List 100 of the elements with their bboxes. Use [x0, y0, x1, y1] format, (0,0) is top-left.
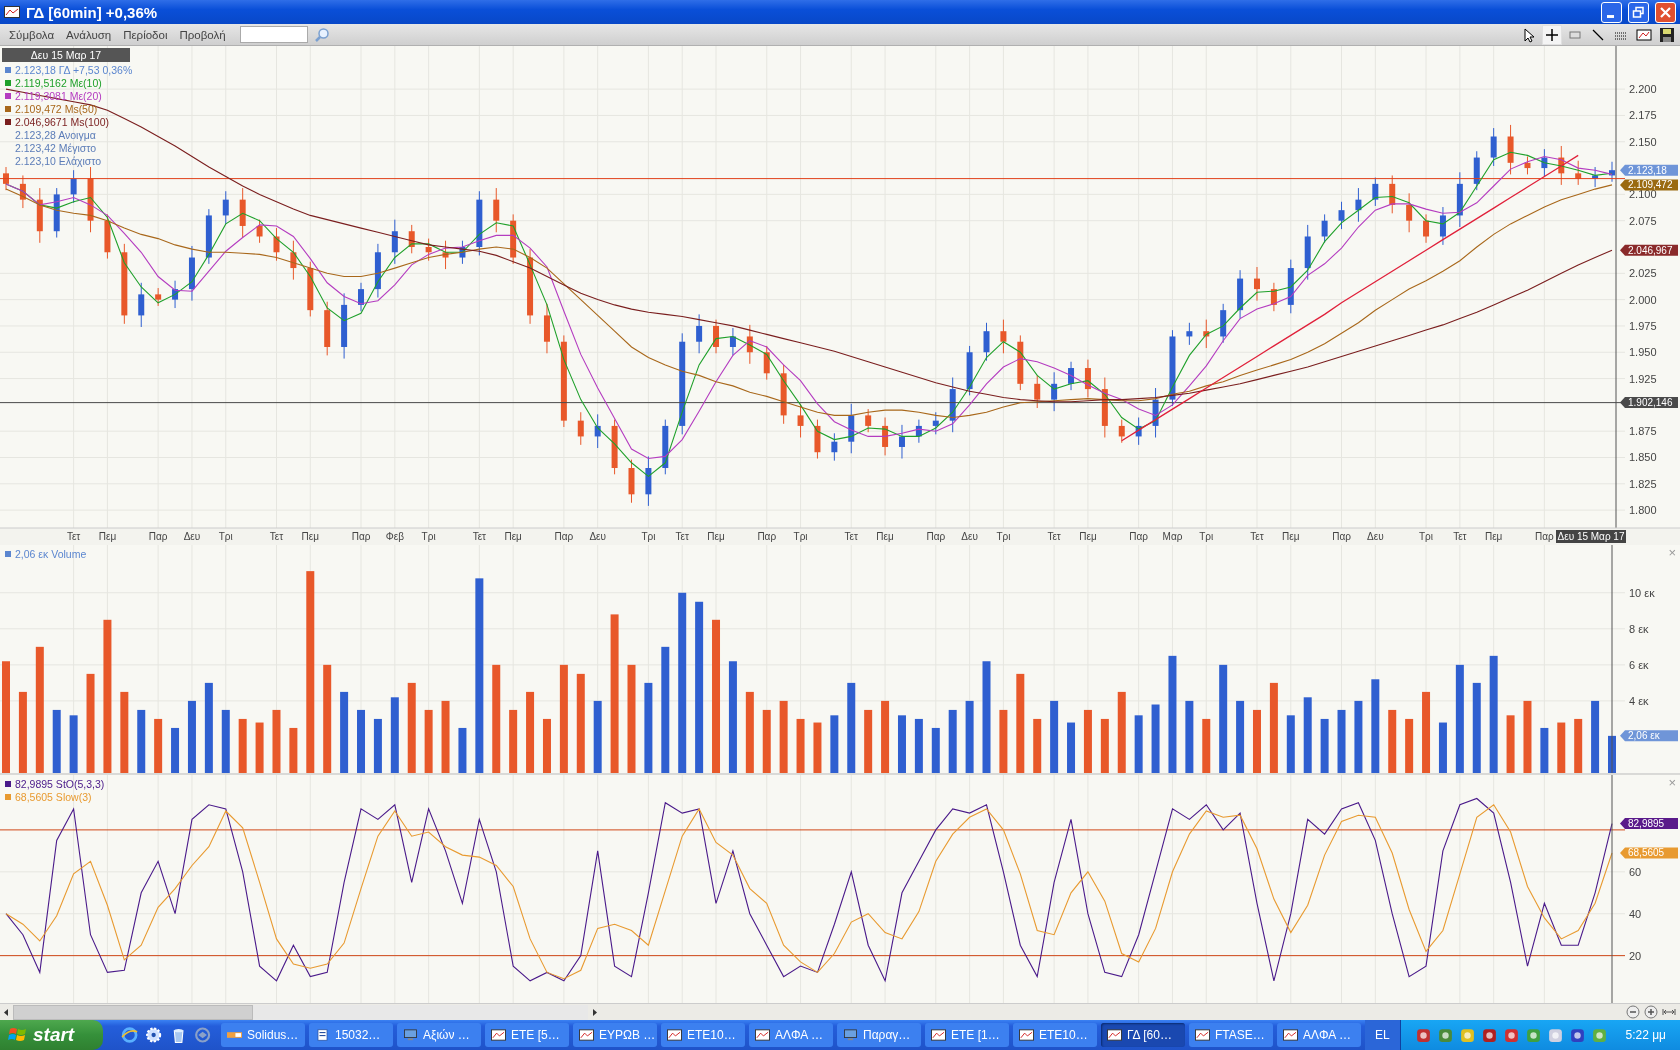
axis-label: Πεμ [504, 531, 522, 542]
axis-label: 1.825 [1629, 477, 1657, 490]
taskbar-button[interactable]: ETE [5… [485, 1023, 569, 1047]
menu-item[interactable]: Προβολή [173, 28, 232, 41]
value-badge: 68,5605 [1620, 847, 1678, 859]
value-badge: 2.109,472 [1620, 179, 1678, 191]
axis-label: 2.100 [1629, 188, 1657, 201]
close-pane-button[interactable]: × [1668, 545, 1676, 560]
axis-label: Πεμ [1079, 531, 1097, 542]
language-indicator[interactable]: EL [1365, 1020, 1400, 1050]
legend-text: 2.109,472 Μs(50) [15, 102, 98, 115]
axis-label: Τετ [1250, 531, 1264, 542]
axis-label: Παρ [926, 531, 946, 542]
axis-label: 8 εκ [1629, 622, 1649, 635]
value-badge: 2.123,18 [1620, 164, 1678, 176]
taskbar-button[interactable]: Solidus… [221, 1023, 305, 1047]
axis-label: 20 [1629, 949, 1642, 962]
axis-label: Πεμ [707, 531, 725, 542]
axis-label: Μαρ [1162, 531, 1183, 542]
axis-label: Παρ [554, 531, 574, 542]
value-badge: 82,9895 [1620, 818, 1678, 830]
axis-label: 6 εκ [1629, 658, 1649, 671]
value-badge: 1.902,146 [1620, 397, 1678, 409]
axis-label: 1.975 [1629, 319, 1657, 332]
axis-label: Παρ [1535, 531, 1554, 542]
taskbar-button[interactable]: ETE10… [661, 1023, 745, 1047]
axis-label: Δευ [961, 531, 978, 542]
legend-text: 2.119,5162 Με(10) [15, 76, 102, 89]
axis-label: Τετ [844, 531, 858, 542]
axis-label: Τρι [793, 531, 808, 542]
legend-text: 2,06 εκ Volume [15, 547, 87, 560]
axis-label: Τρι [1419, 531, 1434, 542]
taskbar-button[interactable]: ETE [1… [925, 1023, 1009, 1047]
axis-label: 2.175 [1629, 109, 1657, 122]
axis-label: Τετ [269, 531, 284, 542]
axis-label: Τετ [675, 531, 689, 542]
axis-label: 2.150 [1629, 135, 1657, 148]
legend-text: 2.123,18 ΓΔ +7,53 0,36% [15, 63, 133, 76]
axis-label: 2.075 [1629, 214, 1657, 227]
axis-label: Πεμ [301, 531, 319, 542]
taskbar-button[interactable]: Παραγ… [837, 1023, 921, 1047]
date-badge: Δευ 15 Μαρ 17 [2, 48, 130, 62]
axis-label: 4 εκ [1629, 694, 1649, 707]
window-title: ΓΔ [60min] +0,36% [26, 3, 159, 21]
axis-label: 1.850 [1629, 451, 1657, 464]
axis-label: 10 εκ [1629, 586, 1655, 599]
axis-label: Παρ [1332, 531, 1351, 542]
cursor-date-label: Δευ 15 Μαρ 17 [1556, 530, 1626, 543]
axis-label: 60 [1629, 865, 1642, 878]
axis-label: Τετ [66, 531, 81, 542]
axis-label: Παρ [757, 531, 777, 542]
axis-label: 2.025 [1629, 267, 1657, 280]
ref-line-label: 1.902,146 [1628, 397, 1673, 409]
legend-text: 2.046,9671 Μs(100) [15, 115, 109, 128]
axis-label: 1.950 [1629, 346, 1657, 359]
axis-label: Φεβ [385, 531, 404, 542]
close-pane-button[interactable]: × [1668, 775, 1676, 790]
axis-label: Τετ [1047, 531, 1061, 542]
legend-text: 2.123,28 Ανοιγμα [15, 128, 96, 141]
value-badge: 2,06 εκ [1620, 730, 1678, 742]
value-badge: 2.046,967 [1620, 244, 1678, 256]
axis-label: Δευ [1367, 531, 1384, 542]
axis-label: Παρ [1129, 531, 1148, 542]
taskbar-button[interactable]: 15032… [309, 1023, 393, 1047]
axis-label: 2.000 [1629, 293, 1657, 306]
menu-item[interactable]: Σύμβολα [3, 28, 61, 41]
axis-label: Δευ [183, 531, 201, 542]
axis-label: Τετ [472, 531, 487, 542]
axis-label: Πεμ [1282, 531, 1300, 542]
start-button[interactable]: start [0, 1020, 103, 1050]
taskbar-button[interactable]: Αξιών … [397, 1023, 481, 1047]
axis-label: Παρ [148, 531, 168, 542]
axis-label: 1.875 [1629, 425, 1657, 438]
axis-label: Τετ [1453, 531, 1467, 542]
taskbar-button[interactable]: ETE10… [1013, 1023, 1097, 1047]
menu-item[interactable]: Περίοδοι [117, 28, 174, 41]
axis-label: Τρι [1199, 531, 1214, 542]
axis-label: Πεμ [876, 531, 894, 542]
axis-label: Τρι [641, 531, 656, 542]
legend-text: 68,5605 Slow(3) [15, 790, 92, 803]
taskbar-button[interactable]: ΑΛΦΑ … [749, 1023, 833, 1047]
legend-text: 82,9895 StO(5,3,3) [15, 777, 105, 790]
axis-label: Παρ [351, 531, 371, 542]
axis-label: Πεμ [98, 531, 117, 542]
legend-text: 2.123,10 Ελάχιστο [15, 154, 102, 167]
axis-label: 40 [1629, 907, 1642, 920]
clock: 5:22 μμ [1625, 1028, 1667, 1042]
axis-label: 1.925 [1629, 372, 1657, 385]
taskbar-button[interactable]: ΓΔ [60… [1101, 1023, 1185, 1047]
menu-item[interactable]: Ανάλυση [60, 28, 118, 41]
axis-label: Τρι [218, 531, 233, 542]
axis-label: 1.800 [1629, 504, 1657, 517]
axis-label: 2.200 [1629, 83, 1657, 96]
taskbar-button[interactable]: ΑΛΦΑ … [1277, 1023, 1361, 1047]
axis-label: Δευ [589, 531, 606, 542]
axis-label: Τρι [996, 531, 1011, 542]
taskbar-button[interactable]: ΕΥΡΩΒ … [573, 1023, 657, 1047]
axis-label: Πεμ [1484, 531, 1503, 542]
taskbar-button[interactable]: FTASE… [1189, 1023, 1273, 1047]
axis-label: Τρι [421, 531, 436, 542]
